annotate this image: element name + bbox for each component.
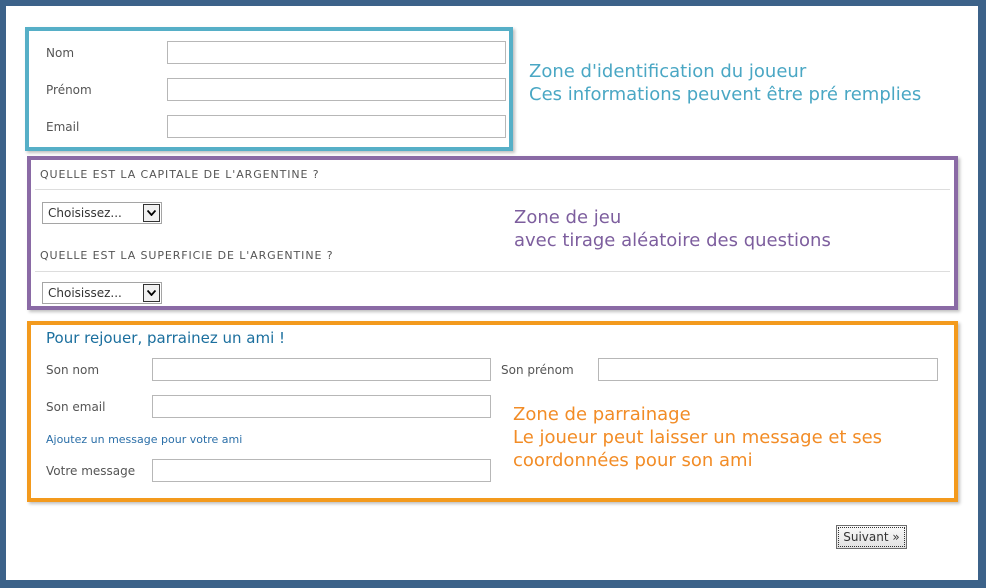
add-message-link[interactable]: Ajoutez un message pour votre ami — [46, 433, 242, 446]
friend-name-label: Son nom — [46, 363, 100, 377]
chevron-down-icon[interactable] — [143, 284, 160, 302]
friend-firstname-input[interactable] — [598, 358, 938, 381]
page-content: Nom Prénom Email Zone d'identification d… — [6, 6, 978, 580]
email-label: Email — [46, 120, 80, 134]
message-input[interactable] — [152, 459, 491, 482]
nom-input[interactable] — [167, 41, 506, 64]
question-2-title: QUELLE EST LA SUPERFICIE DE L'ARGENTINE … — [40, 249, 334, 262]
identification-note: Zone d'identification du joueur Ces info… — [529, 60, 921, 106]
friend-email-label: Son email — [46, 400, 106, 414]
question-2-select-value: Choisissez... — [48, 286, 122, 300]
question-1-select-value: Choisissez... — [48, 206, 122, 220]
game-note-line: Zone de jeu — [514, 207, 622, 228]
question-2-select[interactable]: Choisissez... — [42, 282, 162, 304]
sponsorship-note-line: Le joueur peut laisser un message et ses — [513, 427, 883, 448]
prenom-input[interactable] — [167, 78, 506, 101]
message-label: Votre message — [46, 464, 136, 478]
game-note-line: avec tirage aléatoire des questions — [514, 230, 831, 251]
game-note: Zone de jeu avec tirage aléatoire des qu… — [514, 206, 831, 252]
identification-note-line: Zone d'identification du joueur — [529, 61, 807, 82]
sponsorship-note-line: coordonnées pour son ami — [513, 450, 753, 471]
question-2-divider — [35, 271, 950, 272]
sponsorship-title: Pour rejouer, parrainez un ami ! — [46, 329, 286, 347]
nom-label: Nom — [46, 46, 75, 60]
identification-note-line: Ces informations peuvent être pré rempli… — [529, 84, 922, 105]
next-button[interactable]: Suivant » — [836, 525, 907, 549]
email-input[interactable] — [167, 115, 506, 138]
friend-email-input[interactable] — [152, 395, 491, 418]
friend-name-input[interactable] — [152, 358, 491, 381]
prenom-label: Prénom — [46, 83, 92, 97]
friend-firstname-label: Son prénom — [501, 363, 574, 377]
sponsorship-note: Zone de parrainage Le joueur peut laisse… — [513, 403, 882, 472]
sponsorship-note-line: Zone de parrainage — [513, 404, 691, 425]
chevron-down-icon[interactable] — [143, 204, 160, 222]
question-1-select[interactable]: Choisissez... — [42, 202, 162, 224]
question-1-title: QUELLE EST LA CAPITALE DE L'ARGENTINE ? — [40, 168, 320, 181]
question-1-divider — [35, 189, 950, 190]
